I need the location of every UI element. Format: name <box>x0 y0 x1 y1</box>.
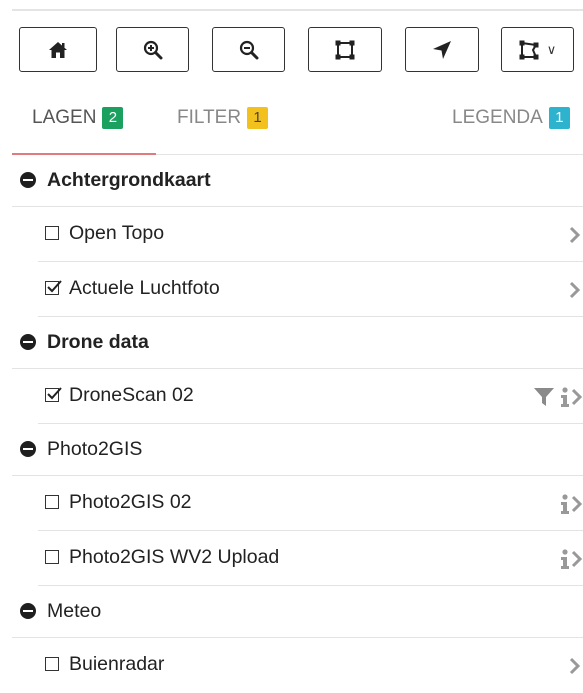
tab-legenda[interactable]: LEGENDA 1 <box>452 107 570 129</box>
layer-actions <box>559 548 583 570</box>
collapse-minus-icon[interactable] <box>20 172 36 188</box>
tab-label: LAGEN <box>32 107 97 128</box>
layer-label: Buienradar <box>69 653 165 675</box>
home-button[interactable] <box>19 27 97 72</box>
layer-group-header[interactable]: Meteo <box>12 586 583 638</box>
group-label: Achtergrondkaart <box>47 169 211 191</box>
layer-group-header[interactable]: Drone data <box>12 317 583 369</box>
layer-actions <box>559 493 583 515</box>
zoom-in-button[interactable] <box>116 27 189 72</box>
panel-tabs: LAGEN 2 FILTER 1 LEGENDA 1 <box>12 90 583 155</box>
tab-count-badge: 1 <box>247 107 269 129</box>
layer-label: DroneScan 02 <box>69 384 194 406</box>
extent-icon <box>335 40 355 59</box>
map-toolbar: ∨ <box>19 27 574 74</box>
collapse-minus-icon[interactable] <box>20 603 36 619</box>
info-icon[interactable] <box>559 493 571 515</box>
layer-actions <box>533 386 583 408</box>
group-label: Meteo <box>47 600 102 622</box>
tab-count-badge: 2 <box>102 107 124 129</box>
layer-label: Photo2GIS 02 <box>69 491 192 513</box>
info-icon[interactable] <box>559 386 571 408</box>
layer-checkbox[interactable] <box>45 226 59 240</box>
home-icon <box>49 41 67 58</box>
layer-label: Open Topo <box>69 222 165 244</box>
layer-item[interactable]: Actuele Luchtfoto <box>38 262 583 317</box>
layer-checkbox-checked[interactable] <box>45 280 62 295</box>
chevron-right-icon[interactable] <box>571 388 583 406</box>
layer-checkbox[interactable] <box>45 495 59 509</box>
layer-checkbox[interactable] <box>45 550 59 564</box>
locate-button[interactable] <box>405 27 479 72</box>
collapse-minus-icon[interactable] <box>20 441 36 457</box>
chevron-right-icon[interactable] <box>569 281 581 299</box>
chevron-right-icon[interactable] <box>571 495 583 513</box>
group-label: Photo2GIS <box>47 438 143 460</box>
layer-checkbox[interactable] <box>45 657 59 671</box>
layer-list: Achtergrondkaart Open Topo Actuele Lucht… <box>12 155 583 693</box>
location-arrow-icon <box>433 40 451 59</box>
checkmark-icon <box>47 280 62 293</box>
chevron-down-icon: ∨ <box>546 41 557 57</box>
layer-checkbox-checked[interactable] <box>45 387 62 402</box>
filter-icon[interactable] <box>533 386 555 408</box>
layer-group-header[interactable]: Photo2GIS <box>12 424 583 476</box>
chevron-right-icon[interactable] <box>569 226 581 244</box>
collapse-minus-icon[interactable] <box>20 334 36 350</box>
chevron-right-icon[interactable] <box>569 657 581 675</box>
info-icon[interactable] <box>559 548 571 570</box>
layer-item[interactable]: DroneScan 02 <box>38 369 583 424</box>
tab-label: LEGENDA <box>452 107 543 128</box>
top-divider <box>12 9 583 11</box>
layer-group-header[interactable]: Achtergrondkaart <box>12 155 583 207</box>
draw-dropdown-button[interactable]: ∨ <box>501 27 574 72</box>
group-label: Drone data <box>47 331 149 353</box>
zoom-in-icon <box>143 40 162 59</box>
draw-shape-icon <box>519 40 539 59</box>
zoom-out-button[interactable] <box>212 27 285 72</box>
layer-label: Photo2GIS WV2 Upload <box>69 546 280 568</box>
layer-label: Actuele Luchtfoto <box>69 277 220 299</box>
layer-item[interactable]: Open Topo <box>38 207 583 262</box>
full-extent-button[interactable] <box>308 27 382 72</box>
chevron-right-icon[interactable] <box>571 550 583 568</box>
tab-count-badge: 1 <box>548 107 570 129</box>
tab-lagen[interactable]: LAGEN 2 <box>32 107 124 129</box>
tab-filter[interactable]: FILTER 1 <box>177 107 269 129</box>
tab-label: FILTER <box>177 107 242 128</box>
layer-item[interactable]: Buienradar <box>38 638 583 693</box>
checkmark-icon <box>47 387 62 400</box>
zoom-out-icon <box>239 40 258 59</box>
layer-item[interactable]: Photo2GIS 02 <box>38 476 583 531</box>
layer-item[interactable]: Photo2GIS WV2 Upload <box>38 531 583 586</box>
